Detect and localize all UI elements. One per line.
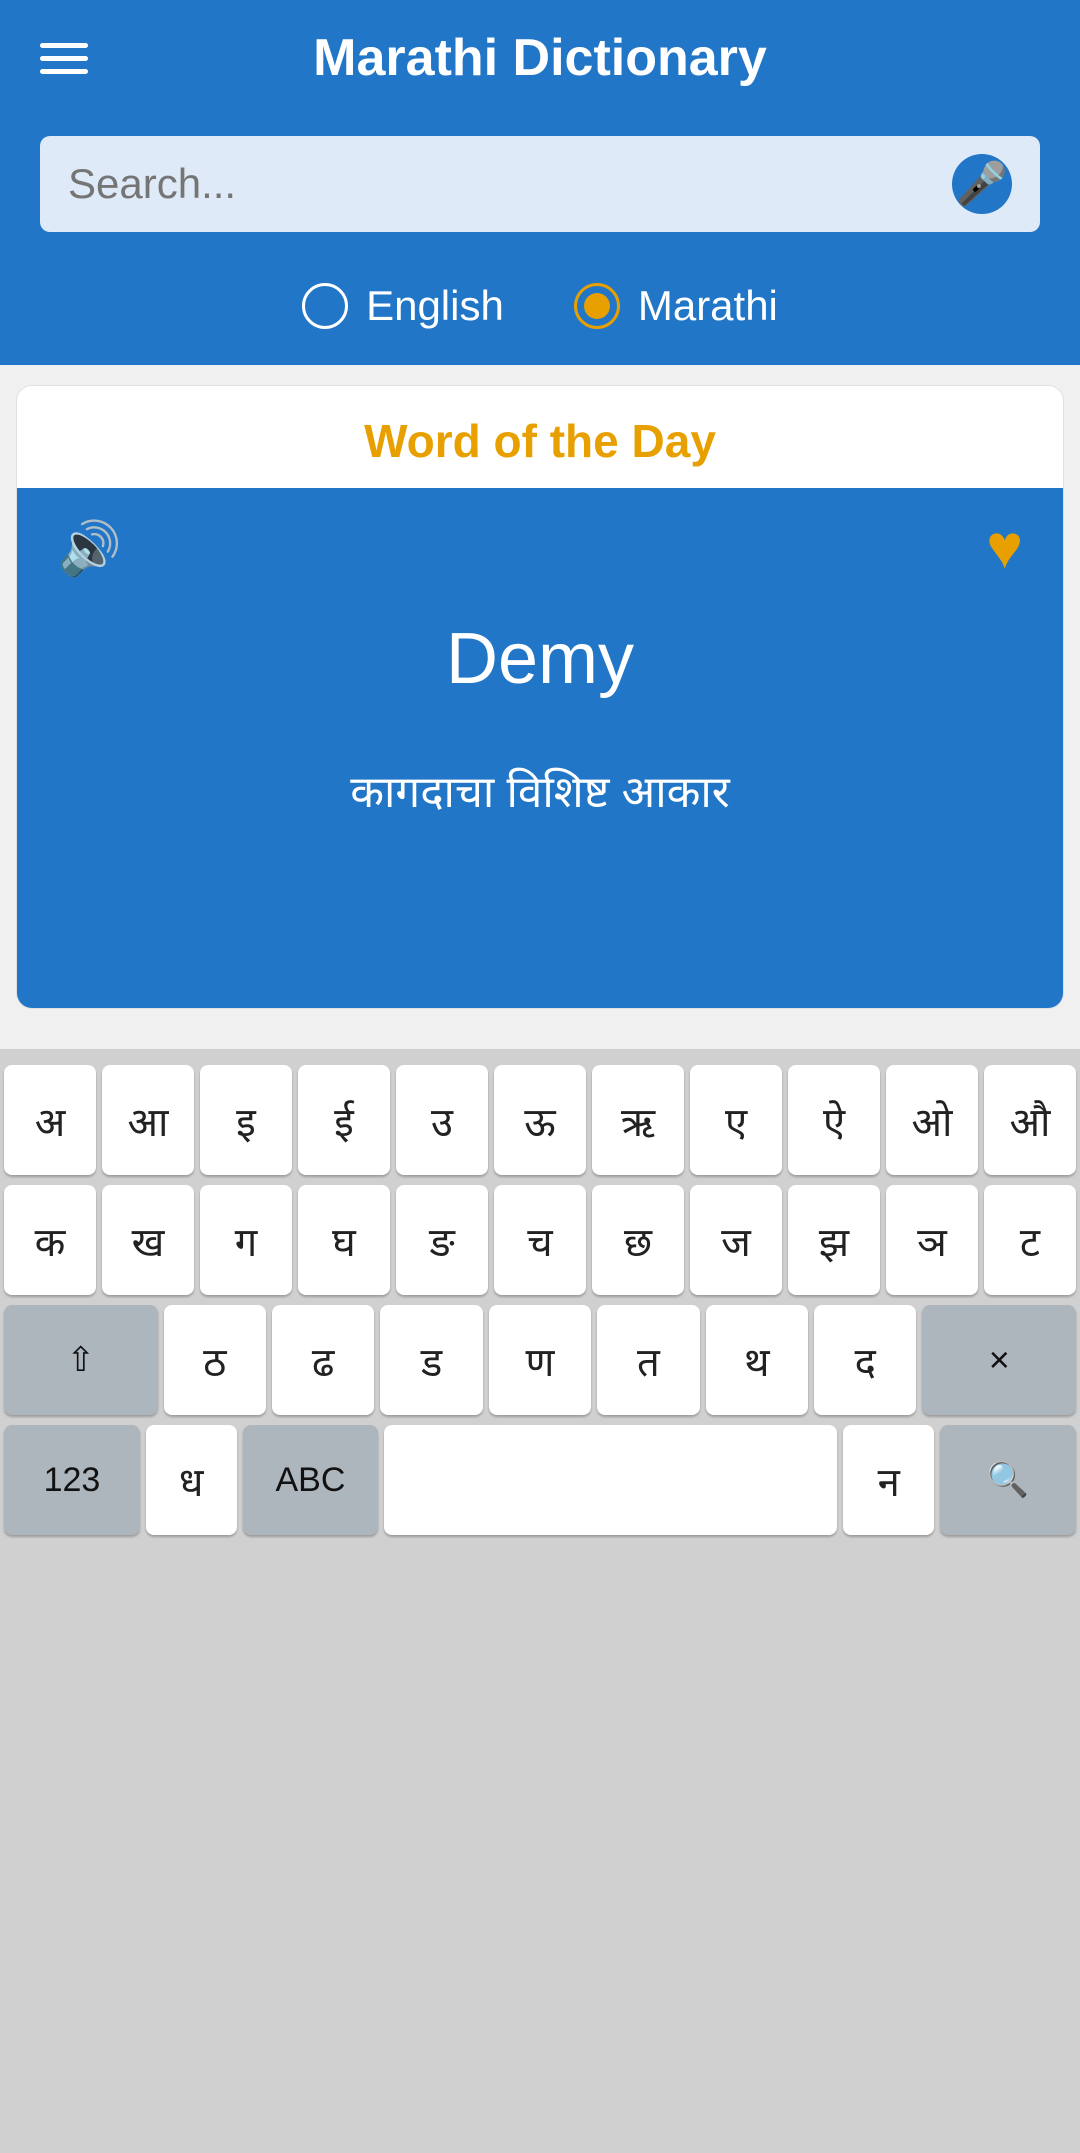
space-key[interactable] <box>384 1425 837 1535</box>
keyboard-row-3: ⇧ ठ ढ ड ण त थ द × <box>4 1305 1076 1415</box>
delete-key[interactable]: × <box>922 1305 1076 1415</box>
key-ri[interactable]: ऋ <box>592 1065 684 1175</box>
key-cha[interactable]: च <box>494 1185 586 1295</box>
wotd-word: Demy <box>57 618 1023 700</box>
key-kha[interactable]: ख <box>102 1185 194 1295</box>
keyboard-row-2: क ख ग घ ङ च छ ज झ ञ ट <box>4 1185 1076 1295</box>
key-nga[interactable]: ङ <box>396 1185 488 1295</box>
key-u[interactable]: उ <box>396 1065 488 1175</box>
app-header: Marathi Dictionary <box>0 0 1080 116</box>
wotd-title: Word of the Day <box>17 386 1063 488</box>
word-of-the-day-section: Word of the Day 🔊 ♥ Demy कागदाचा विशिष्ट… <box>16 385 1064 1009</box>
key-ka[interactable]: क <box>4 1185 96 1295</box>
key-aa[interactable]: आ <box>102 1065 194 1175</box>
key-dha[interactable]: ढ <box>272 1305 374 1415</box>
marathi-keyboard: अ आ इ ई उ ऊ ऋ ए ऐ ओ औ क ख ग घ ङ च छ ज झ … <box>0 1049 1080 2153</box>
radio-label-english: English <box>366 282 504 330</box>
key-a[interactable]: अ <box>4 1065 96 1175</box>
search-input-wrap[interactable]: 🎤 <box>40 136 1040 232</box>
key-e[interactable]: ए <box>690 1065 782 1175</box>
key-na[interactable]: ण <box>489 1305 591 1415</box>
favorite-icon[interactable]: ♥ <box>986 512 1023 583</box>
key-na2[interactable]: न <box>843 1425 934 1535</box>
key-ga[interactable]: ग <box>200 1185 292 1295</box>
key-jha[interactable]: झ <box>788 1185 880 1295</box>
keyboard-row-1: अ आ इ ई उ ऊ ऋ ए ऐ ओ औ <box>4 1065 1076 1175</box>
microphone-icon[interactable]: 🎤 <box>952 154 1012 214</box>
key-o[interactable]: ओ <box>886 1065 978 1175</box>
key-i[interactable]: इ <box>200 1065 292 1175</box>
wotd-card: 🔊 ♥ Demy कागदाचा विशिष्ट आकार <box>17 488 1063 1008</box>
key-ja[interactable]: ज <box>690 1185 782 1295</box>
search-bar: 🎤 <box>0 116 1080 262</box>
key-ai[interactable]: ऐ <box>788 1065 880 1175</box>
key-ii[interactable]: ई <box>298 1065 390 1175</box>
radio-circle-english[interactable] <box>302 283 348 329</box>
radio-marathi[interactable]: Marathi <box>574 282 778 330</box>
key-gha[interactable]: घ <box>298 1185 390 1295</box>
abc-key[interactable]: ABC <box>243 1425 379 1535</box>
key-au[interactable]: औ <box>984 1065 1076 1175</box>
numbers-key[interactable]: 123 <box>4 1425 140 1535</box>
key-da[interactable]: ड <box>380 1305 482 1415</box>
key-tha2[interactable]: थ <box>706 1305 808 1415</box>
menu-button[interactable] <box>40 43 88 74</box>
key-uu[interactable]: ऊ <box>494 1065 586 1175</box>
play-sound-icon[interactable]: 🔊 <box>57 518 122 579</box>
search-input[interactable] <box>68 160 952 208</box>
key-da2[interactable]: द <box>814 1305 916 1415</box>
wotd-meaning: कागदाचा विशिष्ट आकार <box>57 760 1023 820</box>
language-selector: English Marathi <box>0 262 1080 365</box>
keyboard-row-4: 123 ध ABC न 🔍 <box>4 1425 1076 1535</box>
key-nya[interactable]: ञ <box>886 1185 978 1295</box>
radio-label-marathi: Marathi <box>638 282 778 330</box>
key-dha2[interactable]: ध <box>146 1425 237 1535</box>
key-ta[interactable]: ट <box>984 1185 1076 1295</box>
radio-english[interactable]: English <box>302 282 504 330</box>
key-tha[interactable]: ठ <box>164 1305 266 1415</box>
search-key[interactable]: 🔍 <box>940 1425 1076 1535</box>
key-ta2[interactable]: त <box>597 1305 699 1415</box>
app-title: Marathi Dictionary <box>118 28 962 88</box>
key-chha[interactable]: छ <box>592 1185 684 1295</box>
shift-key[interactable]: ⇧ <box>4 1305 158 1415</box>
radio-circle-marathi[interactable] <box>574 283 620 329</box>
